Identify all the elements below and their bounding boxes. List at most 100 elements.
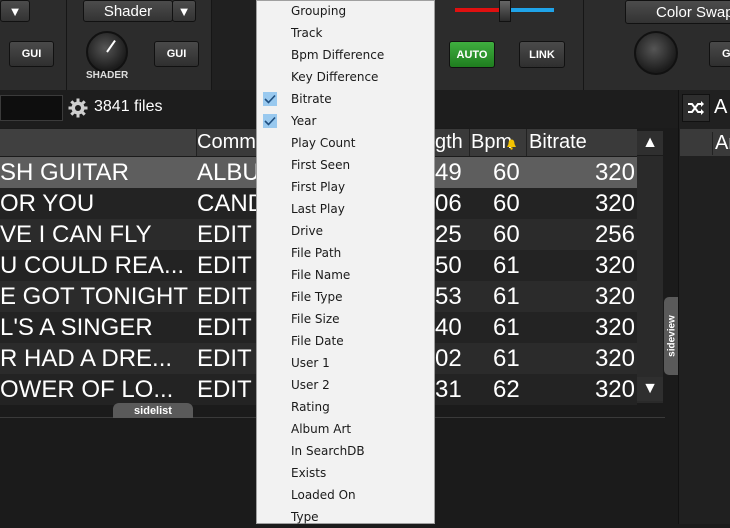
shuffle-button[interactable] [682, 94, 710, 122]
crossfader-handle[interactable] [499, 0, 511, 22]
menu-item-rating[interactable]: Rating [257, 396, 434, 418]
track-bitrate-cell: 320 [594, 252, 635, 279]
menu-item-label: Key Difference [291, 70, 379, 84]
menu-item-label: File Name [291, 268, 351, 282]
track-comment-cell: EDIT [197, 345, 252, 372]
menu-item-grouping[interactable]: Grouping [257, 0, 434, 22]
sideview-tab[interactable]: sideview [664, 297, 679, 375]
shuffle-icon [688, 101, 704, 115]
menu-item-bitrate[interactable]: Bitrate [257, 88, 434, 110]
gui-button-right[interactable]: G [709, 41, 730, 67]
menu-item-label: File Date [291, 334, 344, 348]
menu-item-drive[interactable]: Drive [257, 220, 434, 242]
right-panel-column-label[interactable]: Ar [712, 132, 730, 155]
track-bpm-cell: 61 [493, 283, 520, 310]
header-bpm[interactable]: Bpm [469, 129, 511, 156]
track-title-cell: SH GUITAR [0, 159, 129, 186]
shader-dropdown-arrow[interactable]: ▼ [172, 0, 196, 22]
track-length-cell: 53 [435, 283, 462, 310]
link-button[interactable]: LINK [519, 41, 565, 68]
menu-item-label: In SearchDB [291, 444, 365, 458]
menu-item-type[interactable]: Type [257, 506, 434, 528]
menu-item-label: File Path [291, 246, 342, 260]
search-input[interactable] [0, 95, 63, 121]
menu-item-file-size[interactable]: File Size [257, 308, 434, 330]
header-comment[interactable]: Comm [197, 129, 257, 156]
scroll-up-arrow[interactable]: ▲ [637, 131, 663, 155]
gear-icon[interactable] [68, 98, 88, 118]
shader-knob[interactable] [86, 31, 128, 73]
crossfader-blue-bar [507, 8, 554, 12]
menu-item-play-count[interactable]: Play Count [257, 132, 434, 154]
track-bpm-cell: 61 [493, 345, 520, 372]
header-length[interactable]: gth [435, 129, 467, 156]
gui-button-mid[interactable]: GUI [154, 41, 199, 67]
header-title-column[interactable] [0, 129, 197, 156]
gui-button-left[interactable]: GUI [9, 41, 54, 67]
menu-item-file-name[interactable]: File Name [257, 264, 434, 286]
track-bpm-cell: 60 [493, 159, 520, 186]
menu-item-album-art[interactable]: Album Art [257, 418, 434, 440]
sidelist-tab[interactable]: sidelist [113, 403, 193, 418]
menu-item-first-seen[interactable]: First Seen [257, 154, 434, 176]
track-bitrate-cell: 320 [594, 283, 635, 310]
left-dropdown-arrow[interactable]: ▼ [0, 0, 30, 22]
track-bitrate-cell: 256 [594, 221, 635, 248]
crossfader-red-bar [455, 8, 501, 12]
track-comment-cell: CAND [197, 190, 257, 217]
track-bitrate-cell: 320 [594, 314, 635, 341]
right-deck-knob[interactable] [634, 31, 678, 75]
track-bitrate-cell: 320 [594, 190, 635, 217]
menu-item-label: Year [291, 114, 317, 128]
header-bitrate[interactable]: Bitrate [526, 129, 639, 156]
track-comment-cell: EDIT [197, 376, 252, 403]
color-swap-dropdown[interactable]: Color Swap [625, 0, 730, 24]
column-context-menu: Grouping Track Bpm Difference Key Differenc… [256, 0, 435, 524]
menu-item-year[interactable]: Year [257, 110, 434, 132]
shader-dropdown[interactable]: Shader [83, 0, 173, 22]
menu-item-label: First Play [291, 180, 346, 194]
menu-item-label: Grouping [291, 4, 347, 18]
track-length-cell: 02 [435, 345, 462, 372]
sideview-tab-label: sideview [666, 315, 677, 357]
table-scrollbar[interactable] [637, 156, 663, 403]
menu-item-last-play[interactable]: Last Play [257, 198, 434, 220]
deck-gap [212, 0, 256, 90]
menu-item-track[interactable]: Track [257, 22, 434, 44]
menu-item-exists[interactable]: Exists [257, 462, 434, 484]
track-bitrate-cell: 320 [594, 345, 635, 372]
menu-item-first-play[interactable]: First Play [257, 176, 434, 198]
track-title-cell: OR YOU [0, 190, 95, 217]
menu-item-in-searchdb[interactable]: In SearchDB [257, 440, 434, 462]
scroll-down-arrow[interactable]: ▼ [637, 377, 663, 401]
track-length-cell: 40 [435, 314, 462, 341]
track-bpm-cell: 61 [493, 252, 520, 279]
track-comment-cell: ALBU [197, 159, 257, 186]
menu-item-file-type[interactable]: File Type [257, 286, 434, 308]
menu-item-file-date[interactable]: File Date [257, 330, 434, 352]
menu-item-file-path[interactable]: File Path [257, 242, 434, 264]
file-count: 3841 files [94, 98, 163, 115]
auto-button[interactable]: AUTO [449, 41, 495, 68]
track-length-cell: 31 [435, 376, 462, 403]
track-length-cell: 06 [435, 190, 462, 217]
track-bpm-cell: 61 [493, 314, 520, 341]
track-title-cell: R HAD A DRE... [0, 345, 173, 372]
menu-item-user-2[interactable]: User 2 [257, 374, 434, 396]
shader-label: SHADER [86, 70, 129, 81]
menu-item-user-1[interactable]: User 1 [257, 352, 434, 374]
menu-item-label: Play Count [291, 136, 356, 150]
track-title-cell: VE I CAN FLY [0, 221, 152, 248]
checkmark-icon [263, 114, 277, 128]
track-title-cell: OWER OF LO... [0, 376, 174, 403]
menu-item-key-difference[interactable]: Key Difference [257, 66, 434, 88]
track-bitrate-cell: 320 [594, 376, 635, 403]
menu-item-label: Bpm Difference [291, 48, 385, 62]
menu-item-label: Exists [291, 466, 327, 480]
menu-item-loaded-on[interactable]: Loaded On [257, 484, 434, 506]
menu-item-label: Drive [291, 224, 323, 238]
track-title-cell: L'S A SINGER [0, 314, 153, 341]
menu-item-bpm-difference[interactable]: Bpm Difference [257, 44, 434, 66]
menu-item-label: User 2 [291, 378, 330, 392]
track-comment-cell: EDIT [197, 283, 252, 310]
